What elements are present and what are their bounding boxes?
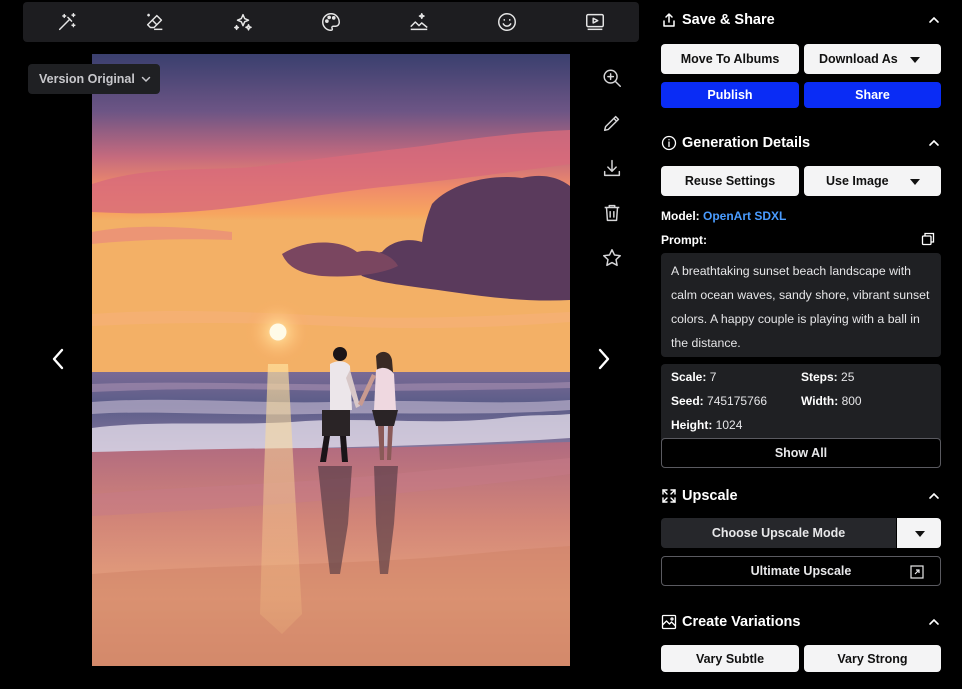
choose-upscale-mode-button[interactable]: Choose Upscale Mode [661,518,896,548]
generation-details-header[interactable]: Generation Details [661,131,941,155]
share-label: Share [855,88,890,102]
generated-image [92,54,570,666]
height-key: Height: [671,418,713,432]
prompt-label: Prompt: [661,233,707,247]
scale-value: 7 [709,370,717,384]
move-to-albums-label: Move To Albums [680,52,780,66]
smiley-icon[interactable] [493,8,521,36]
vary-strong-button[interactable]: Vary Strong [804,645,941,672]
width-key: Width: [801,394,839,408]
generation-details-title: Generation Details [682,135,811,151]
vary-subtle-button[interactable]: Vary Subtle [661,645,799,672]
image-edit-icon[interactable] [405,8,433,36]
ultimate-upscale-button[interactable]: Ultimate Upscale [661,556,941,586]
scale-param: Scale: 7 [671,370,716,384]
upscale-title: Upscale [682,488,738,504]
info-icon [661,135,677,151]
seed-key: Seed: [671,394,704,408]
reuse-settings-label: Reuse Settings [684,174,776,188]
upscale-header[interactable]: Upscale [661,484,941,508]
zoom-in-icon[interactable] [598,64,626,92]
share-upload-icon [661,12,677,28]
choose-upscale-label: Choose Upscale Mode [711,526,846,540]
chevron-up-icon[interactable] [927,489,941,503]
height-value: 1024 [715,418,743,432]
caret-down-icon [910,57,920,63]
version-label: Version Original [39,72,135,86]
reuse-settings-button[interactable]: Reuse Settings [661,166,799,196]
palette-icon[interactable] [317,8,345,36]
width-value: 800 [841,394,862,408]
seed-value: 745175766 [707,394,768,408]
use-image-label: Use Image [826,174,889,188]
save-share-header[interactable]: Save & Share [661,8,941,32]
upscale-mode-dropdown[interactable] [897,518,941,548]
steps-value: 25 [841,370,855,384]
pencil-icon[interactable] [598,109,626,137]
model-key: Model: [661,209,700,223]
caret-down-icon [910,179,920,185]
download-as-button[interactable]: Download As [804,44,941,74]
create-variations-header[interactable]: Create Variations [661,610,941,634]
share-button[interactable]: Share [804,82,941,108]
generation-parameters: Scale: 7 Steps: 25 Seed: 745175766 Width… [661,364,941,444]
external-link-icon [910,565,924,579]
version-dropdown[interactable]: Version Original [28,64,160,94]
create-variations-title: Create Variations [682,614,801,630]
video-icon[interactable] [581,8,609,36]
top-toolbar [23,2,639,42]
publish-label: Publish [707,88,753,102]
steps-key: Steps: [801,370,838,384]
variations-image-icon [661,614,677,630]
use-image-button[interactable]: Use Image [804,166,941,196]
width-param: Width: 800 [801,394,862,408]
image-side-toolbar [598,64,626,289]
chevron-up-icon[interactable] [927,136,941,150]
show-all-button[interactable]: Show All [661,438,941,468]
sparkles-icon[interactable] [229,8,257,36]
chevron-down-icon [140,73,152,85]
vary-strong-label: Vary Strong [837,651,908,666]
model-link[interactable]: OpenArt SDXL [703,209,786,223]
expand-icon [661,488,677,504]
save-share-title: Save & Share [682,12,775,28]
download-as-label: Download As [819,52,898,66]
move-to-albums-button[interactable]: Move To Albums [661,44,799,74]
scale-key: Scale: [671,370,707,384]
show-all-label: Show All [774,446,828,460]
trash-icon[interactable] [598,199,626,227]
ultimate-upscale-label: Ultimate Upscale [750,564,852,578]
publish-button[interactable]: Publish [661,82,799,108]
vary-subtle-label: Vary Subtle [695,651,765,666]
star-icon[interactable] [598,244,626,272]
chevron-up-icon[interactable] [927,13,941,27]
magic-wand-icon[interactable] [53,8,81,36]
previous-image-button[interactable] [45,346,71,372]
height-param: Height: 1024 [671,418,742,432]
caret-down-icon [915,531,925,537]
next-image-button[interactable] [591,346,617,372]
download-icon[interactable] [598,154,626,182]
steps-param: Steps: 25 [801,370,854,384]
model-row: Model: OpenArt SDXL [661,209,786,223]
chevron-up-icon[interactable] [927,615,941,629]
seed-param: Seed: 745175766 [671,394,767,408]
copy-icon[interactable] [921,232,935,246]
prompt-text: A breathtaking sunset beach landscape wi… [661,253,941,357]
eraser-icon[interactable] [141,8,169,36]
